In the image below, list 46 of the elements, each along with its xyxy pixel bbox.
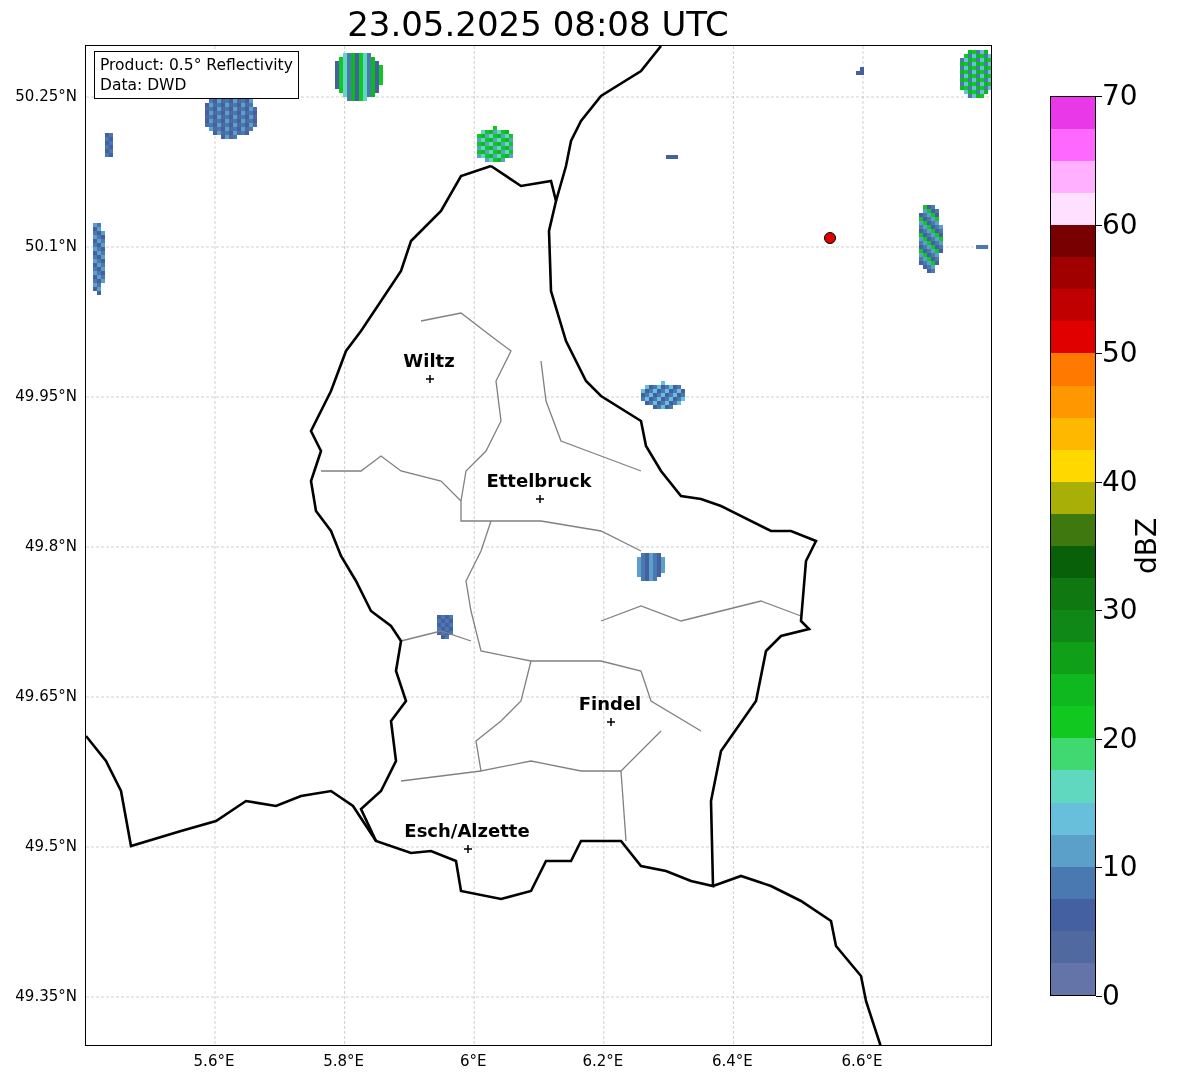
radar-echo xyxy=(919,205,943,273)
radar-echo xyxy=(437,615,453,639)
radar-echo xyxy=(93,223,105,295)
longitude-label: 5.6°E xyxy=(193,1052,235,1070)
radar-echo xyxy=(976,245,988,249)
city-label: Wiltz xyxy=(403,350,455,371)
latitude-label: 49.35°N xyxy=(15,987,77,1005)
latitude-label: 49.65°N xyxy=(15,687,77,705)
tick-label: 10 xyxy=(1102,853,1138,882)
radar-echo xyxy=(637,553,665,581)
longitude-label: 6.4°E xyxy=(711,1052,753,1070)
axis-label: dBZ xyxy=(1129,517,1163,575)
tick-label: 50 xyxy=(1102,339,1138,368)
radar-echo xyxy=(477,126,513,162)
tick-label: 40 xyxy=(1102,467,1138,496)
latitude-label: 49.95°N xyxy=(15,387,77,405)
city-marker-icon xyxy=(606,717,616,727)
radar-echo xyxy=(666,155,678,159)
tick-label: 20 xyxy=(1102,724,1138,753)
latitude-label: 49.5°N xyxy=(24,837,77,855)
tick-label: 70 xyxy=(1102,82,1138,110)
city-label: Ettelbruck xyxy=(486,470,592,491)
radar-echo xyxy=(335,53,383,101)
longitude-label: 5.8°E xyxy=(323,1052,364,1070)
radar-echo xyxy=(856,67,864,75)
city-label: Findel xyxy=(578,693,642,714)
info-text: Data: DWD xyxy=(100,75,188,95)
radar-echo xyxy=(105,133,113,157)
latitude-label: 49.8°N xyxy=(24,537,77,555)
radar-echo xyxy=(641,381,685,409)
tick-label: 0 xyxy=(1102,982,1120,1010)
location-marker xyxy=(824,232,836,244)
chart-title: 23.05.2025 08:08 UTC xyxy=(347,4,729,44)
latitude-label: 50.25°N xyxy=(15,87,77,105)
longitude-label: 6.2°E xyxy=(582,1052,624,1070)
longitude-label: 6.6°E xyxy=(841,1052,883,1070)
longitude-label: 6°E xyxy=(459,1052,487,1070)
city-marker-icon xyxy=(535,494,545,504)
radar-echo xyxy=(960,50,991,98)
city-marker-icon xyxy=(463,844,473,854)
tick-label: 30 xyxy=(1102,596,1138,625)
latitude-label: 50.1°N xyxy=(24,237,77,255)
tick-label: 60 xyxy=(1102,210,1138,239)
city-marker-icon xyxy=(425,374,435,384)
city-label: Esch/Alzette xyxy=(404,820,530,841)
info-text: Product: 0.5° Reflectivity xyxy=(100,55,293,75)
